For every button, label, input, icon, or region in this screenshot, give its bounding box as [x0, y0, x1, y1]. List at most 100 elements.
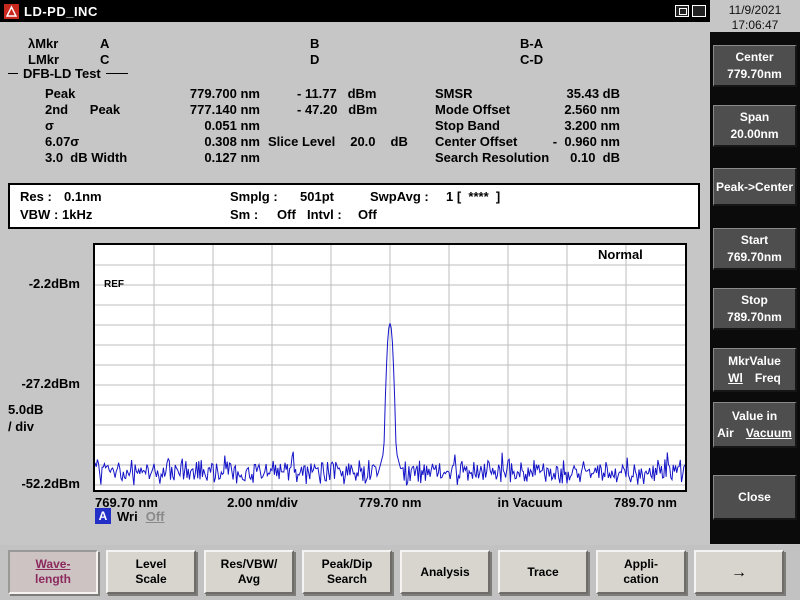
result-wavelength: 0.051 nm	[152, 118, 260, 134]
maximize-window-icon[interactable]	[692, 5, 706, 17]
result-value: - 0.960 nm	[530, 134, 620, 150]
smplg-label: Smplg :	[230, 189, 278, 204]
fkey-res-vbw-avg[interactable]: Res/VBW/ Avg	[204, 550, 294, 594]
softkey-span[interactable]: Span 20.00nm	[713, 105, 797, 147]
fkey-label: Scale	[135, 572, 166, 587]
spectrum-graph	[93, 243, 687, 492]
fkey-label: Peak/Dip	[322, 557, 373, 572]
option-air: Air	[717, 426, 734, 440]
trace-off-state: Off	[146, 509, 165, 524]
res-value: 0.1nm	[64, 189, 102, 204]
restore-window-icon[interactable]	[675, 5, 689, 17]
option-vacuum: Vacuum	[746, 426, 792, 440]
sm-label: Sm :	[230, 207, 258, 222]
marker-c-label: C	[100, 52, 109, 67]
titlebar: LD-PD_INC	[0, 0, 710, 22]
softkey-label: Close	[738, 490, 771, 504]
softkey-label: Stop	[741, 293, 768, 307]
marker-ba-label: B-A	[520, 36, 543, 51]
res-label: Res :	[20, 189, 52, 204]
result-label: SMSR	[435, 86, 530, 102]
legend-rule-right	[106, 73, 128, 74]
fkey-label: length	[35, 572, 71, 587]
result-value: 2.560 nm	[530, 102, 620, 118]
datetime-display: 11/9/2021 17:06:47	[710, 3, 800, 33]
result-label: Mode Offset	[435, 102, 530, 118]
window-title: LD-PD_INC	[24, 4, 98, 19]
softkey-label: MkrValue	[728, 354, 781, 368]
result-value: 35.43 dB	[530, 86, 620, 102]
marker-a-label: A	[100, 36, 109, 51]
slice-level-readout: Slice Level 20.0 dB	[268, 134, 408, 149]
x-axis-scale-label: 2.00 nm/div	[200, 495, 325, 510]
right-arrow-icon: →	[731, 565, 747, 580]
result-wavelength: 777.140 nm	[152, 102, 260, 118]
softkey-mkr-value[interactable]: MkrValue Wl Freq	[713, 348, 797, 392]
dfb-results-left: Peak 779.700 nm - 11.77 dBm 2nd Peak 777…	[45, 86, 377, 166]
softkey-center[interactable]: Center 779.70nm	[713, 45, 797, 87]
analysis-group-legend: DFB-LD Test	[8, 66, 128, 81]
y-axis-scale-label: 5.0dB	[8, 402, 43, 417]
softkey-value: 789.70nm	[727, 310, 782, 324]
slice-level-label: Slice Level	[268, 134, 335, 149]
analysis-group-title: DFB-LD Test	[23, 66, 101, 81]
sweep-mode-label: Normal	[598, 247, 643, 262]
fkey-trace[interactable]: Trace	[498, 550, 588, 594]
trace-write-mode: Wri	[117, 509, 138, 524]
result-label: 3.0 dB Width	[45, 150, 152, 166]
softkey-value: 20.00nm	[730, 127, 778, 141]
result-label: Search Resolution	[435, 150, 530, 166]
x-axis-center-label: 779.70 nm	[330, 495, 450, 510]
fkey-application[interactable]: Appli- cation	[596, 550, 686, 594]
softkey-label: Center	[735, 50, 773, 64]
softkey-stop[interactable]: Stop 789.70nm	[713, 288, 797, 330]
fkey-next-menu[interactable]: →	[694, 550, 784, 594]
fkey-peak-dip-search[interactable]: Peak/Dip Search	[302, 550, 392, 594]
y-axis-scale-unit: / div	[8, 419, 34, 434]
softkey-label: Span	[740, 110, 769, 124]
fkey-label: Wave-	[36, 557, 71, 572]
softkey-panel: Center 779.70nm Span 20.00nm Peak->Cente…	[710, 32, 800, 544]
result-value: 3.200 nm	[530, 118, 620, 134]
softkey-label: Start	[741, 233, 768, 247]
swpavg-label: SwpAvg :	[370, 189, 429, 204]
y-axis-bottom-label: -52.2dBm	[0, 476, 80, 491]
vbw-label: VBW :	[20, 207, 58, 222]
ref-level-marker: REF	[104, 279, 124, 290]
time-text: 17:06:47	[710, 18, 800, 33]
sm-value: Off	[277, 207, 296, 222]
result-wavelength: 779.700 nm	[152, 86, 260, 102]
result-level: - 47.20 dBm	[260, 102, 377, 118]
softkey-close[interactable]: Close	[713, 475, 797, 520]
fkey-analysis[interactable]: Analysis	[400, 550, 490, 594]
fkey-label: Trace	[527, 565, 558, 580]
trace-indicator: A Wri Off	[95, 508, 165, 524]
fkey-label: Res/VBW/	[221, 557, 278, 572]
result-label: Center Offset	[435, 134, 530, 150]
y-axis-mid-label: -27.2dBm	[0, 376, 80, 391]
softkey-label: Peak->Center	[716, 180, 793, 194]
result-label: Stop Band	[435, 118, 530, 134]
intvl-value: Off	[358, 207, 377, 222]
app-logo-icon	[4, 4, 19, 19]
trace-a-badge: A	[95, 508, 111, 524]
x-axis-stop-label: 789.70 nm	[614, 495, 677, 510]
softkey-label: Value in	[732, 409, 777, 423]
fkey-level-scale[interactable]: Level Scale	[106, 550, 196, 594]
option-frequency: Freq	[755, 371, 781, 385]
result-label: Peak	[45, 86, 152, 102]
result-wavelength: 0.308 nm	[152, 134, 260, 150]
result-level: - 11.77 dBm	[260, 86, 377, 102]
smplg-value: 501pt	[300, 189, 334, 204]
dfb-results-right: SMSR 35.43 dB Mode Offset 2.560 nm Stop …	[435, 86, 620, 166]
vbw-value: 1kHz	[62, 207, 92, 222]
softkey-value: 769.70nm	[727, 250, 782, 264]
fkey-wavelength[interactable]: Wave- length	[8, 550, 98, 594]
softkey-start[interactable]: Start 769.70nm	[713, 228, 797, 270]
softkey-value-in[interactable]: Value in Air Vacuum	[713, 402, 797, 448]
result-label: 6.07σ	[45, 134, 152, 150]
swpavg-value: 1 [ **** ]	[446, 189, 500, 204]
marker-d-label: D	[310, 52, 319, 67]
softkey-peak-to-center[interactable]: Peak->Center	[713, 168, 797, 206]
result-wavelength: 0.127 nm	[152, 150, 260, 166]
